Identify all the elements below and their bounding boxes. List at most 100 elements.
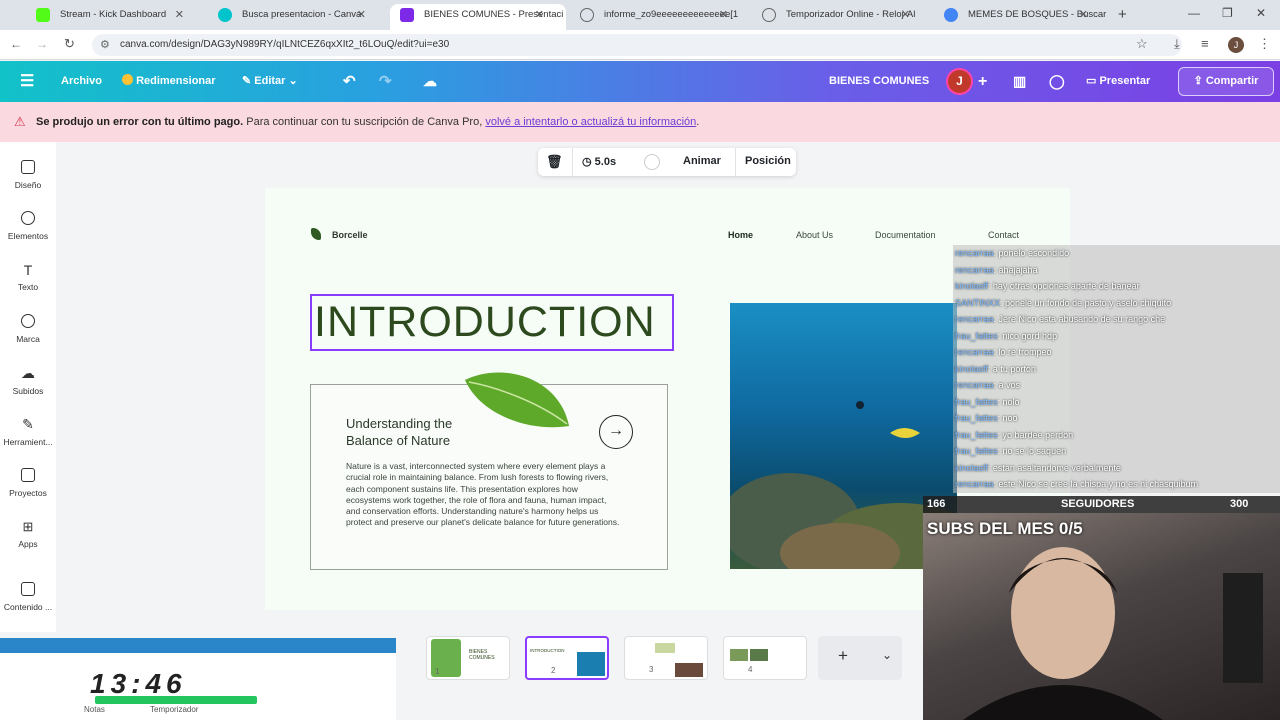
chat-username: frau_fattes: [955, 330, 998, 341]
color-swatch[interactable]: [644, 154, 660, 170]
close-tab-icon[interactable]: ✕: [357, 4, 366, 26]
error-end: .: [696, 116, 700, 128]
leaf-logo-icon: [311, 228, 321, 240]
chat-username: kinolasff: [955, 363, 988, 374]
rail-subidos[interactable]: ☁ Subidos: [0, 365, 56, 396]
delete-icon[interactable]: 🗑: [546, 154, 563, 170]
layout-icon: [21, 160, 35, 174]
browser-menu-icon[interactable]: ⋮: [1258, 36, 1271, 52]
duration-button[interactable]: ◷ 5.0s: [582, 155, 616, 168]
tab-google-memes[interactable]: MEMES DE BOSQUES - Buscar ✕: [934, 4, 1110, 30]
nav-documentation[interactable]: Documentation: [875, 230, 936, 240]
rail-label: Herramient...: [3, 437, 53, 447]
close-tab-icon[interactable]: ✕: [175, 4, 184, 26]
editar-menu[interactable]: ✎ Editar ⌄: [242, 61, 298, 102]
error-link[interactable]: volvé a intentarlo o actualizá tu inform…: [485, 116, 696, 128]
chat-username: frau_fattes: [955, 396, 998, 407]
url-input[interactable]: ⚙ canva.com/design/DAG3yN989RY/qILNtCEZ6…: [92, 34, 1182, 56]
rail-elementos[interactable]: Elementos: [0, 211, 56, 241]
chat-username: kinolasff: [955, 281, 988, 291]
tab-kick[interactable]: Stream - Kick Dashboard ✕: [26, 4, 206, 30]
forward-icon[interactable]: →: [36, 37, 48, 51]
page-thumb-3[interactable]: 3: [624, 636, 708, 680]
rail-proyectos[interactable]: Proyectos: [0, 468, 56, 498]
divider: [572, 148, 573, 176]
draw-icon: ✎: [22, 416, 34, 432]
rail-apps[interactable]: ⊞ Apps: [0, 519, 56, 549]
redimensionar-button[interactable]: Redimensionar: [122, 61, 216, 102]
webcam-feed: SUBS DEL MES 0/5: [923, 513, 1280, 720]
tab-canva-search[interactable]: Busca presentacion - Canva ✕: [208, 4, 388, 30]
page-thumb-2[interactable]: INTRODUCTION 2: [525, 636, 609, 680]
add-collaborator-icon[interactable]: +: [978, 61, 987, 102]
new-tab-icon[interactable]: +: [1118, 6, 1127, 23]
animar-button[interactable]: Animar: [683, 155, 721, 167]
chat-message: SANTINXX: ponele un fondo de pasto y ase…: [955, 295, 1171, 311]
rail-label: Diseño: [14, 180, 42, 190]
rail-texto[interactable]: T Texto: [0, 262, 56, 292]
media-icon[interactable]: ≡: [1201, 36, 1209, 51]
undo-icon[interactable]: ↶: [343, 61, 356, 102]
insights-chart-icon[interactable]: ▥: [1013, 61, 1026, 102]
close-tab-icon[interactable]: ✕: [535, 4, 544, 26]
rail-label: Apps: [18, 539, 38, 549]
design-title[interactable]: BIENES COMUNES: [829, 61, 929, 102]
redo-icon[interactable]: ↷: [379, 61, 392, 102]
tab-title: Busca presentacion - Canva: [242, 9, 362, 20]
followers-bar: 166 SEGUIDORES 300: [923, 496, 1280, 513]
close-window-icon[interactable]: ✕: [1256, 6, 1266, 20]
presentar-button[interactable]: ▭ Presentar: [1086, 61, 1150, 102]
close-tab-icon[interactable]: ✕: [719, 4, 728, 26]
page-thumb-1[interactable]: BIENES COMUNES 1: [426, 636, 510, 680]
rail-herramientas[interactable]: ✎ Herramient...: [0, 416, 56, 447]
cloud-sync-icon[interactable]: ☁: [423, 61, 437, 102]
site-settings-icon[interactable]: ⚙: [100, 34, 110, 56]
leaf-image[interactable]: [461, 368, 573, 436]
divider: [735, 148, 736, 176]
minimize-icon[interactable]: —: [1188, 6, 1200, 20]
title-selection-box[interactable]: INTRODUCTION: [310, 294, 674, 351]
close-tab-icon[interactable]: ✕: [901, 4, 910, 26]
payment-error-banner: ⚠ Se produjo un error con tu último pago…: [0, 102, 1280, 142]
posicion-button[interactable]: Posición: [745, 155, 791, 167]
back-icon[interactable]: ←: [10, 37, 22, 51]
profile-avatar[interactable]: J: [1228, 37, 1244, 53]
add-page-button[interactable]: + ⌄: [818, 636, 902, 680]
chat-message: kinolasff: hay otras opciones aparte de …: [955, 278, 1139, 294]
tab-temporizador[interactable]: Temporizador Online - Reloj-Al ✕: [752, 4, 932, 30]
nav-about[interactable]: About Us: [796, 230, 833, 240]
download-icon[interactable]: ⤓: [1174, 36, 1180, 52]
arrow-right-icon[interactable]: →: [599, 415, 633, 449]
reload-icon[interactable]: ↻: [64, 36, 75, 52]
tab-informe[interactable]: informe_zo9eeeeeeeeeeeeee[1 ✕: [570, 4, 750, 30]
notas-link[interactable]: Notas: [84, 705, 105, 714]
rail-label: Texto: [17, 282, 39, 292]
apps-grid-icon: ⊞: [22, 519, 34, 534]
chat-username: rencarraa: [955, 380, 994, 390]
archivo-menu[interactable]: Archivo: [61, 61, 102, 102]
comment-icon[interactable]: ◯: [1049, 61, 1065, 102]
compartir-button[interactable]: ⇪ Compartir: [1178, 67, 1274, 96]
rail-diseno[interactable]: Diseño: [0, 160, 56, 190]
nav-contact[interactable]: Contact: [988, 230, 1019, 240]
warning-icon: ⚠: [14, 114, 26, 129]
tab-title: Stream - Kick Dashboard: [60, 9, 167, 20]
temporizador-link[interactable]: Temporizador: [150, 705, 198, 714]
tab-bienes-comunes[interactable]: BIENES COMUNES - Presentaci ✕: [390, 4, 566, 30]
card-body[interactable]: Nature is a vast, interconnected system …: [346, 461, 622, 529]
folder-icon: [21, 468, 35, 482]
compartir-label: Compartir: [1205, 75, 1259, 87]
chevron-down-icon: ⌄: [288, 75, 298, 87]
hamburger-menu-icon[interactable]: ☰: [20, 61, 34, 102]
rail-contenido[interactable]: Contenido ...: [0, 582, 56, 612]
maximize-icon[interactable]: ❐: [1222, 6, 1233, 20]
chat-text: : a vos: [993, 380, 1021, 390]
close-tab-icon[interactable]: ✕: [1079, 4, 1088, 26]
rail-marca[interactable]: Marca: [0, 314, 56, 344]
chat-username: rencarraa: [955, 248, 994, 258]
collaborator-avatar[interactable]: J: [946, 68, 973, 95]
bookmark-star-icon[interactable]: ☆: [1136, 36, 1148, 52]
slide-title[interactable]: INTRODUCTION: [314, 298, 656, 347]
nav-home[interactable]: Home: [728, 230, 753, 240]
page-thumb-4[interactable]: 4: [723, 636, 807, 680]
